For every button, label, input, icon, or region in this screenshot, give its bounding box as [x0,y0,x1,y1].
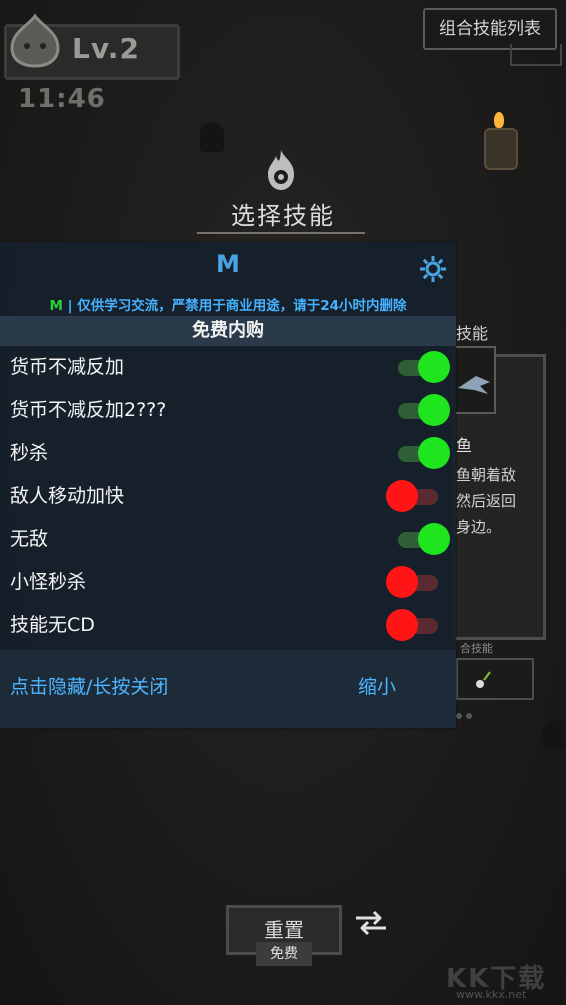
cheat-option-row[interactable]: 敌人移动加快 [0,475,456,518]
mod-menu-title: M [216,250,240,278]
cheat-option-toggle[interactable] [398,394,450,426]
swap-icon[interactable] [352,908,390,938]
cheat-options-list: 货币不减反加货币不减反加2??? 秒杀敌人移动加快 无敌小怪秒杀技能无CD [0,346,456,647]
slime-icon [10,13,60,68]
watermark: KK下载 www.kkx.net [446,958,564,1002]
mod-menu-footer: 点击隐藏/长按关闭 缩小 [0,650,456,728]
toggle-knob [418,523,450,555]
skill-card-label: 技能 [456,324,489,343]
combo-skill-label: 合技能 [460,642,493,655]
skill-desc-line: 身边。 [456,518,502,536]
minimize-button[interactable]: 缩小 [358,672,396,699]
game-timer: 11:46 [18,84,106,114]
cheat-option-row[interactable]: 货币不减反加2??? [0,389,456,432]
sprout-icon [476,671,491,688]
cheat-option-row[interactable]: 秒杀 [0,432,456,475]
toggle-knob [386,566,418,598]
toggle-knob [386,609,418,641]
cheat-option-row[interactable]: 货币不减反加 [0,346,456,389]
notice-prefix: M [49,298,63,314]
skill-desc-line: 然后返回 [456,492,517,510]
game-screen: Lv.2 11:46 组合技能列表 选择技能 技能 鱼 鱼朝着敌 然后返回 身边… [0,0,566,1005]
combo-skill-list-shadow [510,44,562,66]
title-underline [197,232,365,234]
cheat-option-label: 小怪秒杀 [10,571,87,593]
free-badge: 免费 [256,942,312,966]
combo-skill-slot[interactable] [456,658,534,700]
level-indicator: Lv.2 [72,32,140,65]
cheat-option-toggle[interactable] [398,351,450,383]
cheat-option-toggle[interactable] [386,566,438,598]
shark-icon [458,376,490,394]
disclaimer-notice: M | 仅供学习交流，严禁用于商业用途，请于24小时内删除 [0,294,456,314]
skill-card-icon [452,346,496,414]
cheat-option-label: 货币不减反加2??? [10,399,167,421]
cheat-option-label: 货币不减反加 [10,356,125,378]
page-dot [456,713,462,719]
page-dots [456,704,476,723]
toggle-knob [418,351,450,383]
page-dot [466,713,472,719]
cheat-option-label: 技能无CD [10,614,95,636]
hide-close-button[interactable]: 点击隐藏/长按关闭 [10,672,168,699]
skill-desc-line: 鱼朝着敌 [456,466,517,484]
cheat-option-toggle[interactable] [398,437,450,469]
cheat-option-label: 秒杀 [10,442,49,464]
toggle-knob [418,437,450,469]
cheat-option-label: 无敌 [10,528,49,550]
enemy-ghost [200,122,224,152]
section-header: 免费内购 [0,316,456,346]
skill-card-title: 鱼 [456,436,473,455]
cheat-option-label: 敌人移动加快 [10,485,125,507]
mod-menu-panel[interactable]: M M | 仅供学习交流，严禁用于商业用途，请于24小时内删除 免费内购 货币不… [0,242,456,728]
notice-text: | 仅供学习交流，严禁用于商业用途，请于24小时内删除 [62,298,407,314]
cheat-option-toggle[interactable] [398,523,450,555]
cheat-option-row[interactable]: 无敌 [0,518,456,561]
barrel-flame [494,112,504,128]
watermark-url: www.kkx.net [456,988,527,1001]
toggle-knob [386,480,418,512]
enemy-ghost [543,720,565,748]
skill-card-description: 鱼朝着敌 然后返回 身边。 [456,462,516,540]
cheat-option-toggle[interactable] [386,480,438,512]
flame-skill-icon [268,150,294,190]
gear-icon[interactable] [418,254,448,284]
toggle-knob [418,394,450,426]
cheat-option-row[interactable]: 技能无CD [0,604,456,647]
mod-menu-header: M M | 仅供学习交流，严禁用于商业用途，请于24小时内删除 [0,242,456,318]
cheat-option-toggle[interactable] [386,609,438,641]
skill-select-title: 选择技能 [231,202,335,230]
barrel [484,128,518,170]
cheat-option-row[interactable]: 小怪秒杀 [0,561,456,604]
